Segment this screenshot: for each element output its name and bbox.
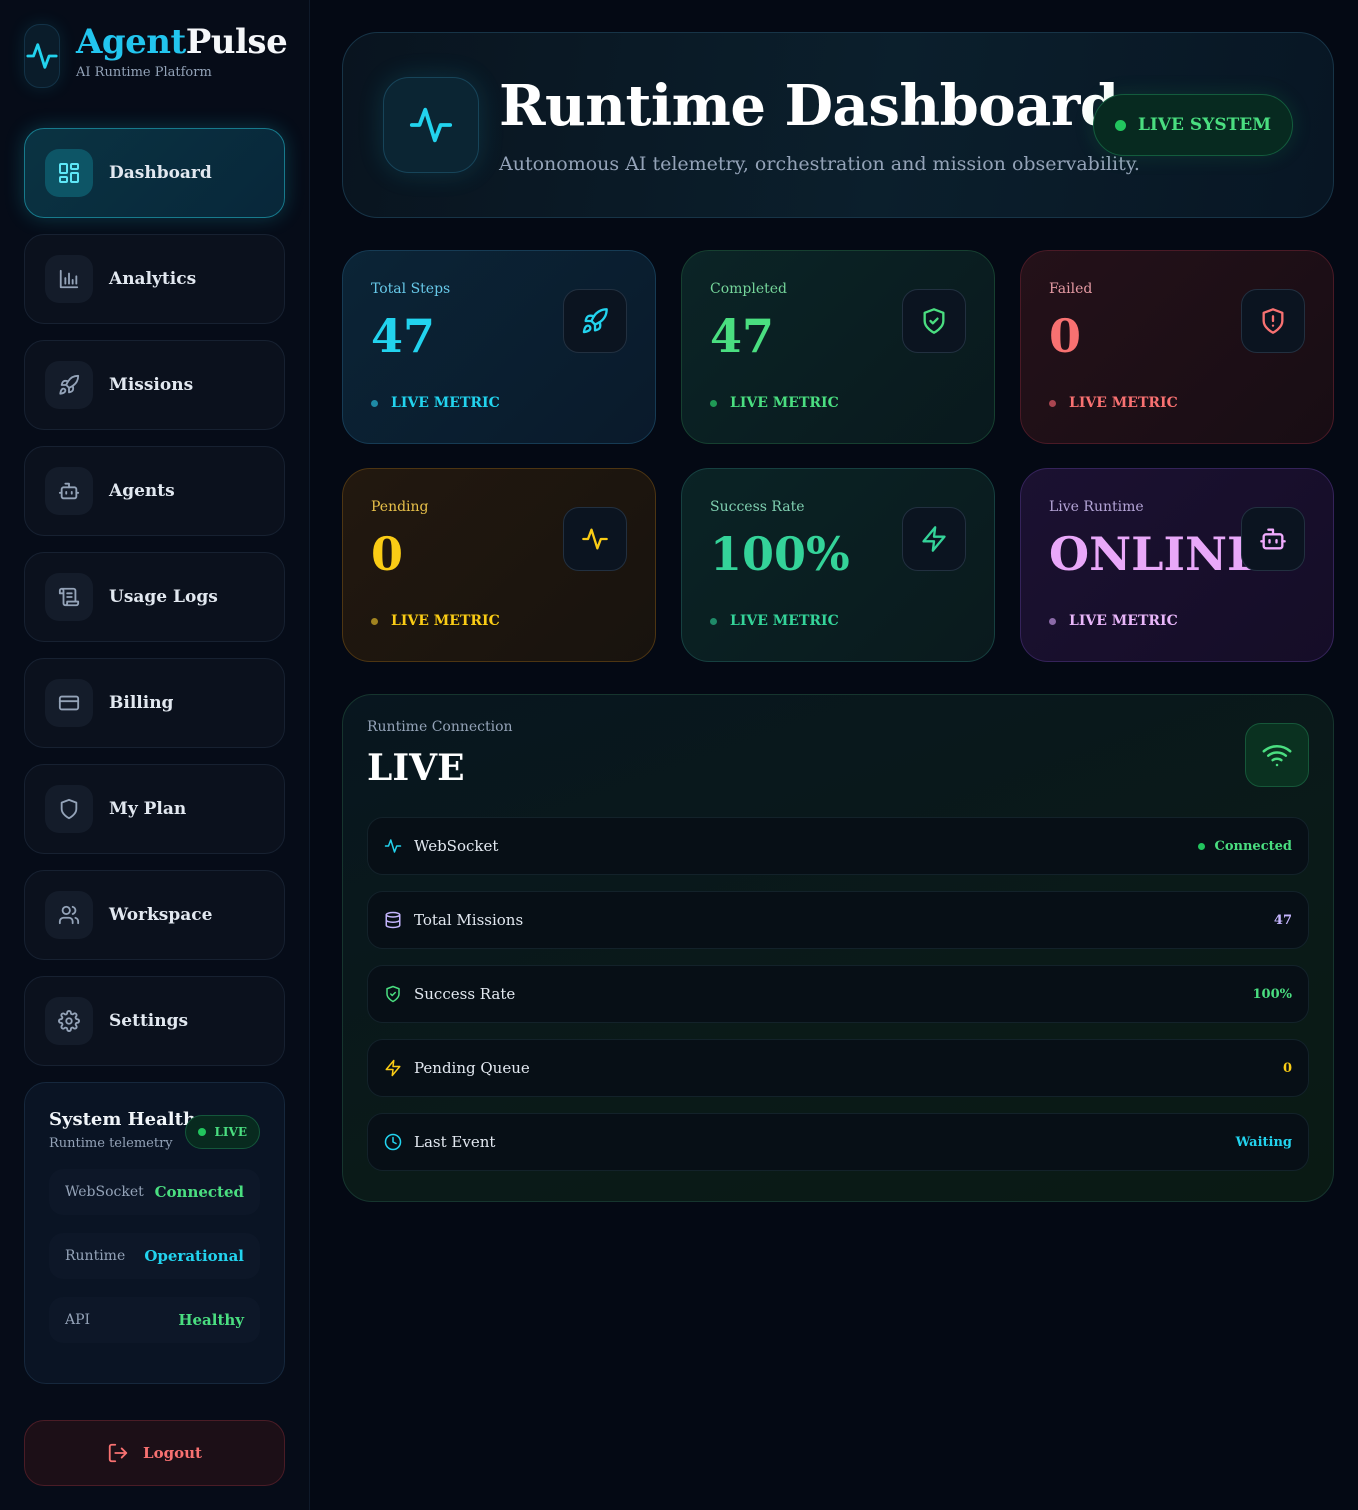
metric-card-live-runtime[interactable]: Live Runtime ONLINE LIVE METRIC (1020, 468, 1334, 662)
sidebar-item-analytics[interactable]: Analytics (24, 234, 285, 324)
health-row-runtime: Runtime Operational (49, 1233, 260, 1279)
zap-icon (902, 507, 966, 571)
brand-name: AgentPulse (76, 22, 288, 62)
metric-foot: LIVE METRIC (710, 395, 839, 411)
rocket-icon (563, 289, 627, 353)
logout-button[interactable]: Logout (24, 1420, 285, 1486)
dashboard-icon (45, 149, 93, 197)
metric-cards: Total Steps 47 LIVE METRIC Completed 47 … (342, 250, 1334, 662)
logout-icon (108, 1443, 128, 1463)
page-title: Runtime Dashboard (499, 73, 1119, 139)
connection-row-total-missions[interactable]: Total Missions 47 (367, 891, 1309, 949)
row-label: Success Rate (414, 985, 516, 1003)
metric-foot: LIVE METRIC (1049, 395, 1178, 411)
sidebar-item-usage-logs[interactable]: Usage Logs (24, 552, 285, 642)
connection-rows: WebSocket Connected Total Missions 47 Su… (367, 817, 1309, 1171)
row-value: Connected (1197, 839, 1292, 854)
sidebar-item-settings[interactable]: Settings (24, 976, 285, 1066)
status-dot (1197, 842, 1205, 850)
health-row-api: API Healthy (49, 1297, 260, 1343)
connection-row-last-event[interactable]: Last Event Waiting (367, 1113, 1309, 1171)
sidebar-item-billing[interactable]: Billing (24, 658, 285, 748)
shield-check-icon (386, 985, 400, 1003)
clock-icon (384, 1133, 402, 1151)
main-content: Runtime Dashboard Autonomous AI telemetr… (310, 0, 1358, 1510)
metric-foot: LIVE METRIC (710, 613, 839, 629)
metric-card-failed[interactable]: Failed 0 LIVE METRIC (1020, 250, 1334, 444)
activity-icon (384, 839, 402, 853)
metric-foot: LIVE METRIC (1049, 613, 1178, 629)
row-label: Last Event (414, 1133, 496, 1151)
brand: AgentPulse AI Runtime Platform (24, 22, 288, 88)
logout-label: Logout (143, 1444, 202, 1462)
metric-card-pending[interactable]: Pending 0 LIVE METRIC (342, 468, 656, 662)
connection-row-pending-queue[interactable]: Pending Queue 0 (367, 1039, 1309, 1097)
sidebar-nav: Dashboard Analytics Missions Agents Usag… (24, 128, 285, 1066)
shield-check-icon (902, 289, 966, 353)
health-status-api: Healthy (178, 1311, 244, 1329)
metric-card-total-steps[interactable]: Total Steps 47 LIVE METRIC (342, 250, 656, 444)
row-label: Pending Queue (414, 1059, 530, 1077)
row-label: Total Missions (414, 911, 524, 929)
pulse-logo-icon[interactable] (24, 24, 60, 88)
metric-card-success-rate[interactable]: Success Rate 100% LIVE METRIC (681, 468, 995, 662)
row-value: 47 (1273, 912, 1292, 928)
bot-icon (1241, 507, 1305, 571)
sidebar-item-label: Workspace (109, 905, 213, 925)
activity-icon (563, 507, 627, 571)
database-icon (385, 911, 401, 929)
status-dot (1114, 119, 1126, 131)
sidebar: AgentPulse AI Runtime Platform Dashboard… (0, 0, 310, 1510)
metric-foot: LIVE METRIC (371, 395, 500, 411)
row-value: Waiting (1235, 1134, 1292, 1150)
health-status-runtime: Operational (144, 1247, 244, 1265)
sidebar-item-label: Billing (109, 693, 174, 713)
shield-icon (45, 785, 93, 833)
row-value: 100% (1252, 986, 1293, 1002)
credit-card-icon (45, 679, 93, 727)
scroll-icon (45, 573, 93, 621)
connection-row-websocket[interactable]: WebSocket Connected (367, 817, 1309, 875)
live-system-badge: LIVE SYSTEM (1093, 94, 1293, 156)
row-label: WebSocket (414, 837, 499, 855)
sidebar-item-workspace[interactable]: Workspace (24, 870, 285, 960)
sidebar-item-label: Dashboard (109, 163, 212, 183)
brand-subtitle: AI Runtime Platform (76, 65, 212, 80)
shield-alert-icon (1241, 289, 1305, 353)
health-row-websocket: WebSocket Connected (49, 1169, 260, 1215)
sidebar-item-label: Usage Logs (109, 587, 218, 607)
metric-card-completed[interactable]: Completed 47 LIVE METRIC (681, 250, 995, 444)
connection-row-success-rate[interactable]: Success Rate 100% (367, 965, 1309, 1023)
sidebar-item-label: Analytics (109, 269, 197, 289)
bar-chart-icon (45, 255, 93, 303)
sidebar-item-label: Settings (109, 1011, 189, 1031)
connection-label: Runtime Connection (367, 719, 513, 735)
gear-icon (45, 997, 93, 1045)
sidebar-item-label: Missions (109, 375, 194, 395)
live-badge: LIVE (185, 1115, 260, 1149)
sidebar-item-label: My Plan (109, 799, 187, 819)
sidebar-item-my-plan[interactable]: My Plan (24, 764, 285, 854)
page-subtitle: Autonomous AI telemetry, orchestration a… (499, 153, 1140, 175)
pulse-icon (383, 77, 479, 173)
app: AgentPulse AI Runtime Platform Dashboard… (0, 0, 1358, 1510)
metric-foot: LIVE METRIC (371, 613, 500, 629)
sidebar-item-missions[interactable]: Missions (24, 340, 285, 430)
connection-status: LIVE (367, 747, 465, 789)
rocket-icon (45, 361, 93, 409)
sidebar-item-dashboard[interactable]: Dashboard (24, 128, 285, 218)
users-icon (45, 891, 93, 939)
status-dot (198, 1128, 207, 1136)
hero-header: Runtime Dashboard Autonomous AI telemetr… (342, 32, 1334, 218)
sidebar-item-agents[interactable]: Agents (24, 446, 285, 536)
sidebar-item-label: Agents (109, 481, 175, 501)
row-value: 0 (1282, 1060, 1292, 1076)
zap-icon (385, 1059, 401, 1077)
system-health-panel: System Health Runtime telemetry LIVE Web… (24, 1082, 285, 1384)
health-status-websocket: Connected (154, 1183, 244, 1201)
runtime-connection-panel: Runtime Connection LIVE WebSocket Connec… (342, 694, 1334, 1202)
wifi-icon (1245, 723, 1309, 787)
bot-icon (45, 467, 93, 515)
